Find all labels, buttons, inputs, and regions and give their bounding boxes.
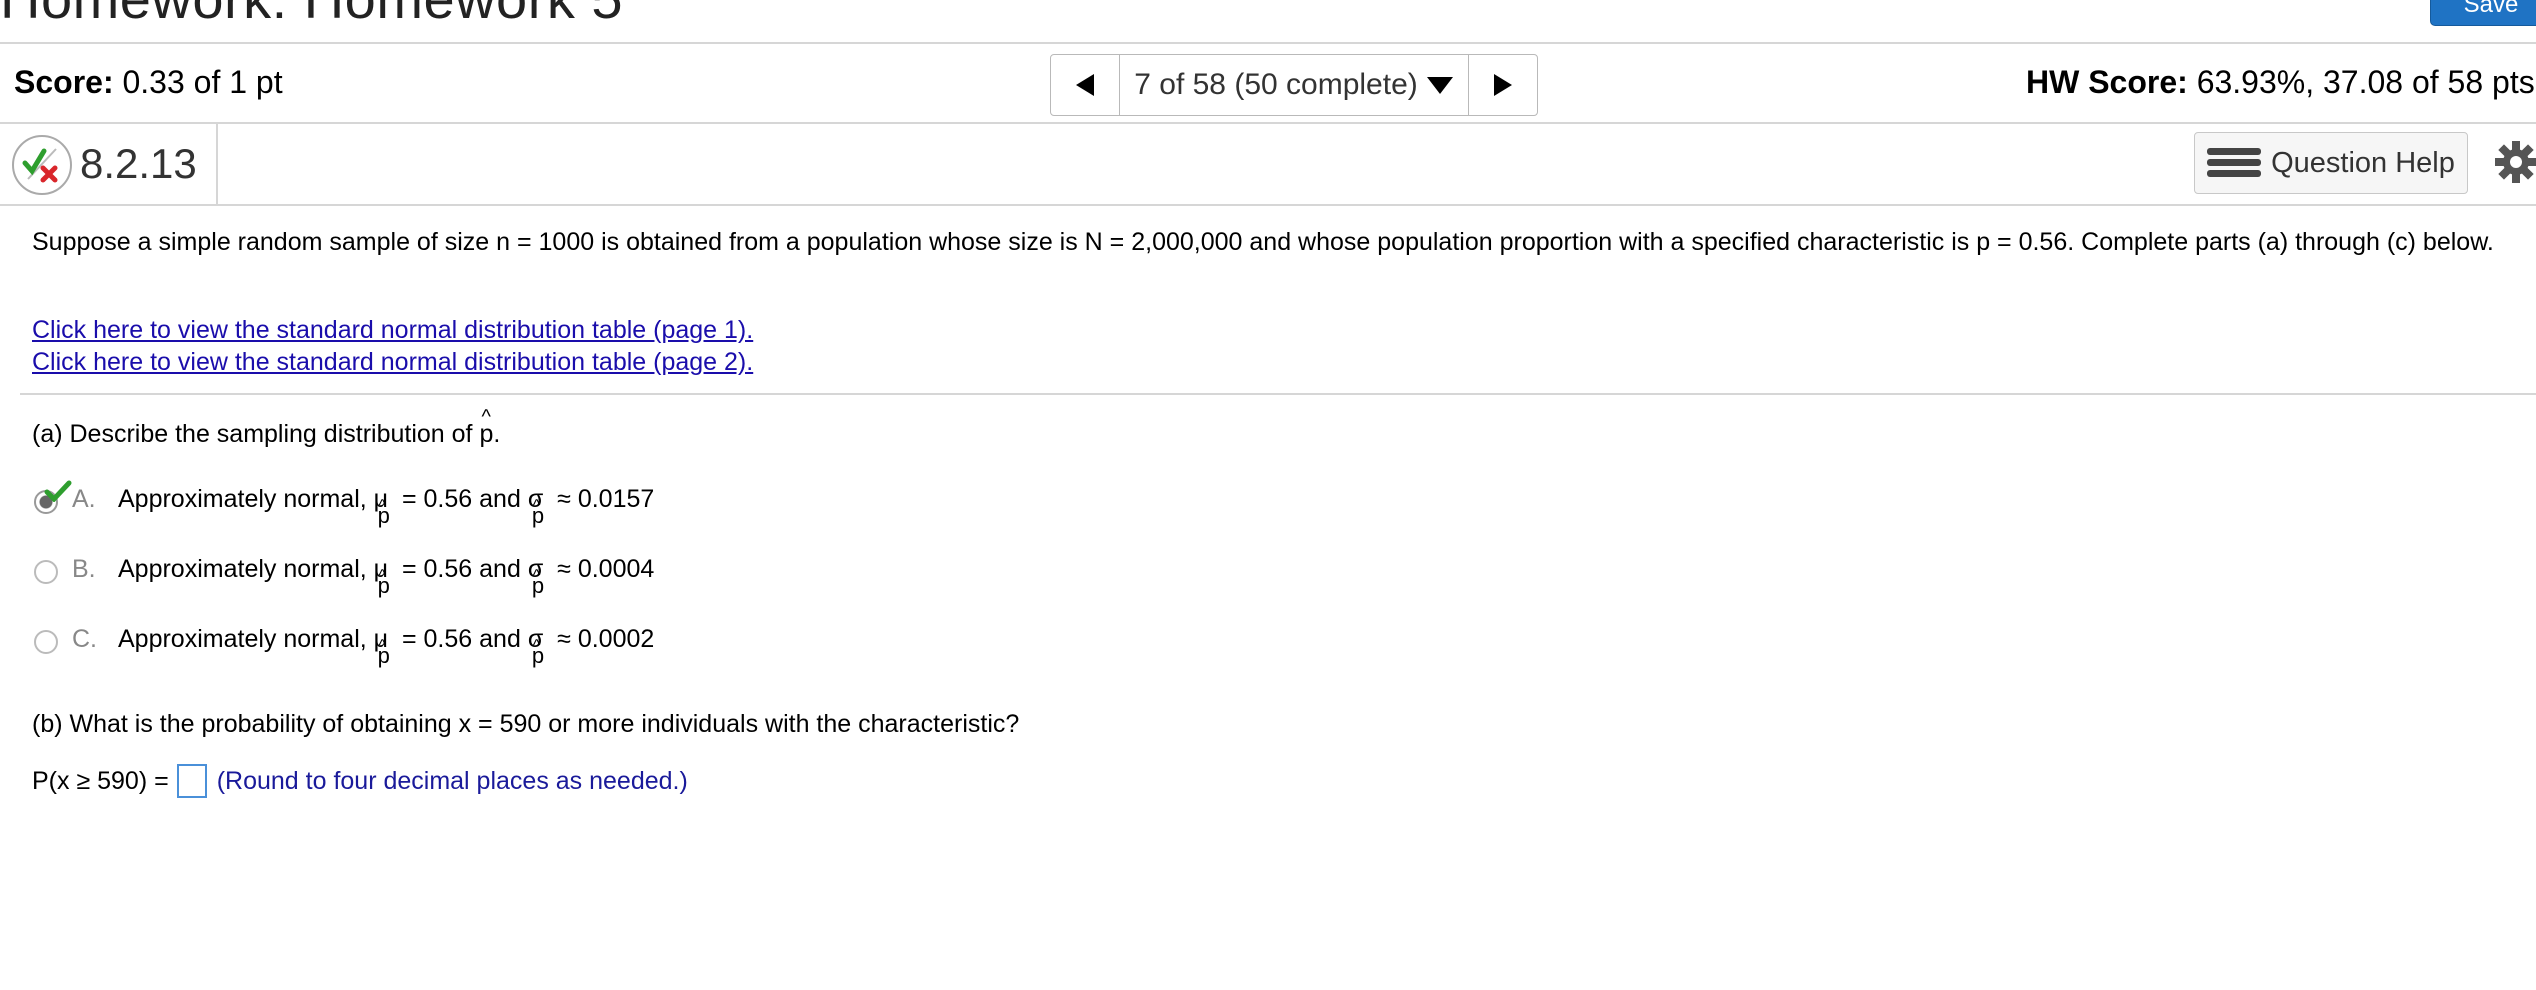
question-number: 8.2.13 [80, 140, 197, 187]
p-hat-symbol: ^ p [479, 406, 494, 448]
hw-score-label: HW Score: [2026, 64, 2188, 100]
question-help-label: Question Help [2271, 146, 2455, 179]
score-value: 0.33 of 1 pt [122, 64, 283, 100]
choice-letter: B. [72, 555, 96, 583]
question-prompt: Suppose a simple random sample of size n… [32, 228, 2494, 256]
choice-a[interactable]: A. Approximately normal, μ ^ p = 0.56 and … [34, 485, 655, 528]
next-question-button[interactable] [1468, 55, 1537, 115]
normal-table-link-page-2[interactable]: Click here to view the standard normal d… [32, 348, 753, 377]
previous-question-button[interactable] [1051, 55, 1120, 115]
divider [20, 393, 2536, 395]
partial-credit-status-icon [12, 135, 72, 195]
rounding-note: (Round to four decimal places as needed.… [216, 766, 688, 795]
hw-score-value: 63.93%, 37.08 of 58 pts [2196, 64, 2535, 100]
part-b-answer-row: P(x ≥ 590) = (Round to four decimal plac… [32, 764, 688, 798]
question-navigator: 7 of 58 (50 complete) [1050, 54, 1538, 116]
choice-text: Approximately normal, μ ^ p = 0.56 and σ ^ p… [118, 485, 655, 528]
triangle-left-icon [1076, 74, 1094, 96]
save-button[interactable]: Save [2430, 0, 2536, 26]
question-help-button[interactable]: Question Help [2194, 132, 2468, 194]
list-icon [2207, 148, 2262, 177]
page-title: Homework: Homework 5 [0, 0, 623, 31]
question-select-label: 7 of 58 (50 complete) [1134, 68, 1418, 101]
normal-table-link-page-1[interactable]: Click here to view the standard normal d… [32, 316, 753, 345]
choice-text: Approximately normal, μ ^ p = 0.56 and σ ^ p… [118, 555, 655, 598]
radio-b[interactable] [34, 560, 58, 584]
divider [0, 122, 2536, 124]
correct-check-icon [44, 480, 72, 502]
choice-letter: C. [72, 625, 97, 653]
settings-gear-svg [2495, 141, 2536, 183]
triangle-down-icon [1426, 77, 1453, 94]
triangle-right-icon [1494, 74, 1512, 96]
choice-b[interactable]: B. Approximately normal, μ ^ p = 0.56 and … [34, 555, 655, 598]
gear-icon[interactable] [2494, 140, 2536, 184]
part-b-prompt: (b) What is the probability of obtaining… [32, 710, 1020, 738]
choice-text: Approximately normal, μ ^ p = 0.56 and σ ^ p… [118, 625, 655, 668]
choice-c[interactable]: C. Approximately normal, μ ^ p = 0.56 and … [34, 625, 655, 668]
choice-letter: A. [72, 485, 96, 513]
answer-input[interactable] [176, 764, 207, 798]
divider [216, 124, 218, 204]
hw-score-display: HW Score: 63.93%, 37.08 of 58 pts [2026, 64, 2535, 101]
divider [0, 204, 2536, 206]
answer-prefix: P(x ≥ 590) = [32, 766, 169, 795]
check-x-icon [22, 148, 58, 183]
part-a-prompt: (a) Describe the sampling distribution o… [32, 406, 501, 448]
divider [0, 42, 2536, 44]
score-label: Score: [14, 64, 114, 100]
part-a-text: (a) Describe the sampling distribution o… [32, 420, 473, 448]
score-display: Score: 0.33 of 1 pt [14, 64, 283, 101]
question-select-dropdown[interactable]: 7 of 58 (50 complete) [1120, 55, 1468, 115]
radio-c[interactable] [34, 630, 58, 654]
